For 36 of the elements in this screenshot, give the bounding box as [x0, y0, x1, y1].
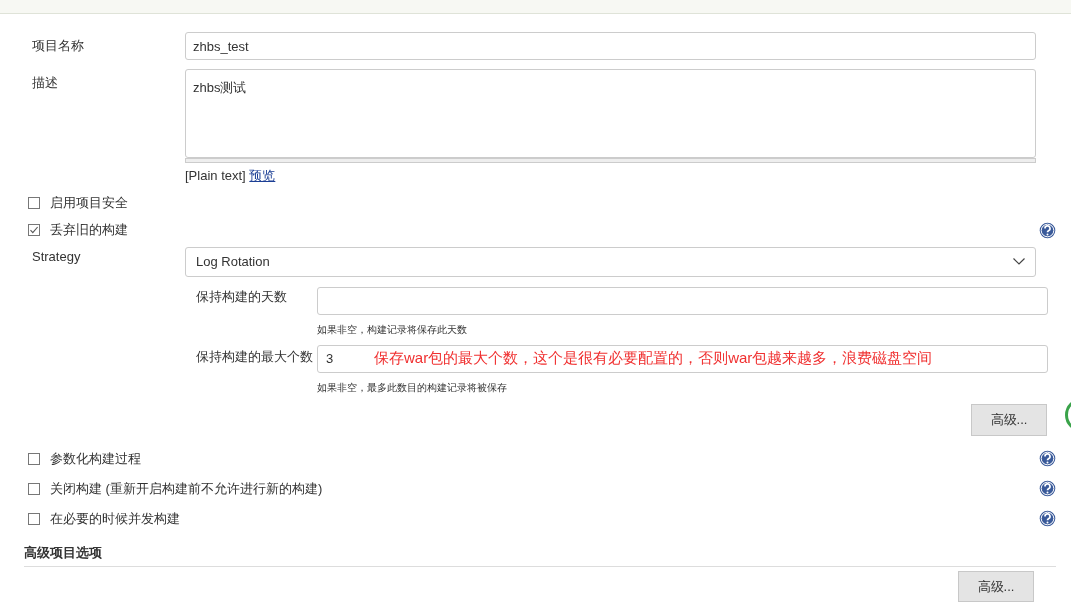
annotation-text: 保存war包的最大个数，这个是很有必要配置的，否则war包越来越多，浪费磁盘空间	[374, 348, 933, 369]
checkbox[interactable]	[28, 224, 40, 236]
dropdown-value: Log Rotation	[196, 252, 270, 271]
field-label: Strategy	[31, 247, 82, 266]
checkbox-label: 启用项目安全	[50, 194, 129, 213]
number-field[interactable]: 3 保存war包的最大个数，这个是很有必要配置的，否则war包越来越多，浪费磁盘空间	[317, 344, 1048, 373]
textarea-value: zhbs测试	[193, 80, 247, 95]
description-textarea[interactable]: zhbs测试	[185, 69, 1036, 158]
advanced-button[interactable]: 高级...	[971, 403, 1047, 436]
checkbox-label: 丢弃旧的构建	[50, 221, 129, 240]
field-value: 3	[326, 349, 335, 368]
checkbox-label: 参数化构建过程	[50, 449, 142, 468]
resize-handle[interactable]	[185, 158, 1036, 163]
advanced-button[interactable]: 高级...	[958, 571, 1034, 602]
field-label: 保持构建的最大个数	[196, 347, 314, 366]
checkbox-label: 在必要的时候并发构建	[50, 509, 181, 528]
hint-text: 如果非空，构建记录将保存此天数	[317, 323, 468, 336]
checkbox[interactable]	[28, 512, 40, 525]
chevron-down-icon	[1013, 258, 1025, 265]
text-field[interactable]: zhbs_test	[185, 32, 1036, 60]
help-icon[interactable]	[1039, 480, 1056, 497]
checkbox[interactable]	[28, 452, 40, 465]
field-label: 保持构建的天数	[196, 287, 288, 306]
hint-text: 如果非空，最多此数目的构建记录将被保存	[317, 381, 508, 394]
help-icon[interactable]	[1039, 450, 1056, 467]
strategy-dropdown[interactable]: Log Rotation	[185, 246, 1036, 277]
preview-link[interactable]: 预览	[249, 168, 276, 183]
checkbox[interactable]	[28, 197, 40, 209]
help-icon[interactable]	[1039, 510, 1056, 527]
help-icon[interactable]	[1039, 221, 1056, 239]
section-title: 高级项目选项	[24, 544, 102, 560]
checkbox[interactable]	[28, 482, 40, 495]
field-label: 项目名称	[31, 37, 85, 55]
format-label: [Plain text]	[185, 168, 246, 183]
field-label: 描述	[31, 74, 59, 92]
checkbox-label: 关闭构建 (重新开启构建前不允许进行新的构建)	[50, 479, 324, 498]
